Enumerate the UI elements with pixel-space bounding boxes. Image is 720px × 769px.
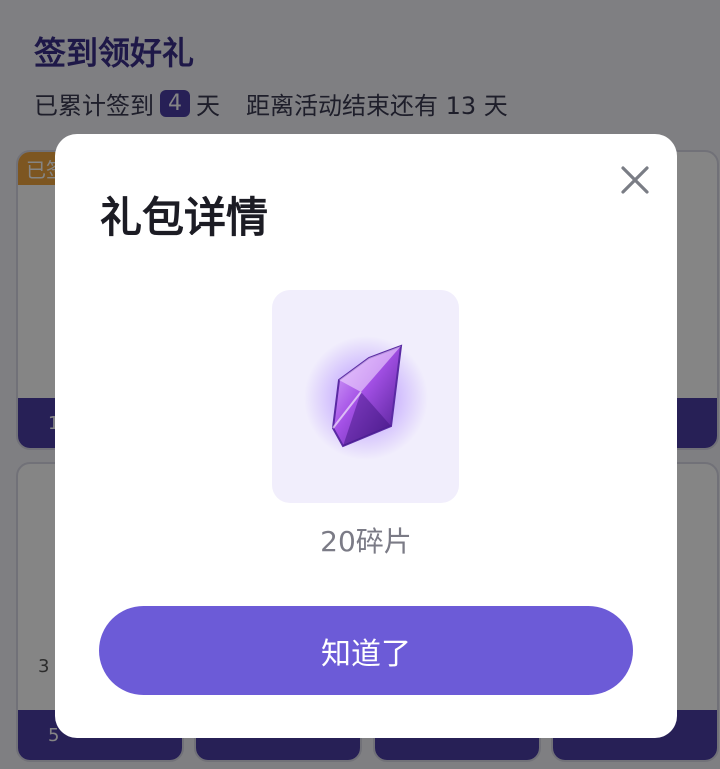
reward-item-tile xyxy=(272,290,459,503)
purple-crystal-icon xyxy=(303,335,428,460)
close-icon[interactable] xyxy=(615,160,655,200)
reward-item-label: 20碎片 xyxy=(320,525,412,558)
dialog-title: 礼包详情 xyxy=(100,193,269,242)
gift-detail-dialog: 礼包详情 20碎片 知道了 xyxy=(55,134,677,738)
confirm-button[interactable]: 知道了 xyxy=(99,606,633,695)
